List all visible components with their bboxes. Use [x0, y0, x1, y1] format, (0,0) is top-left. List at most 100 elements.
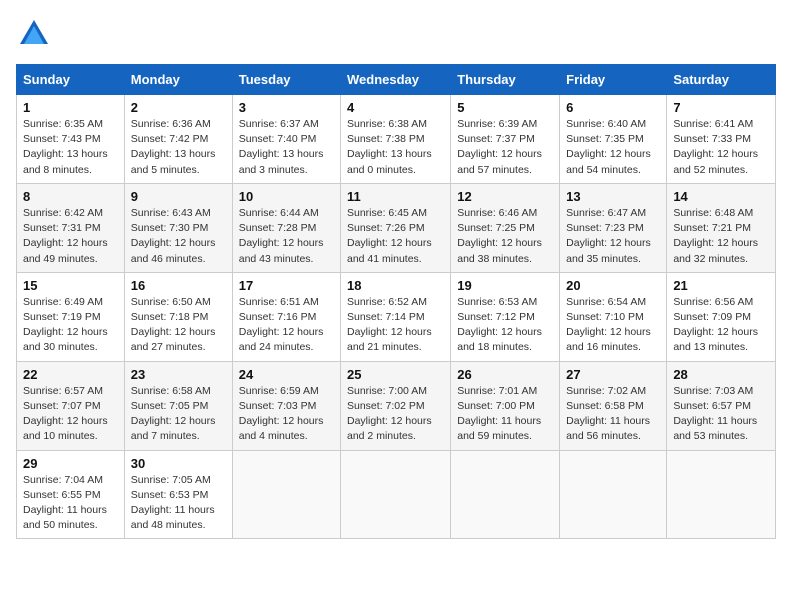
calendar-cell: 27 Sunrise: 7:02 AM Sunset: 6:58 PM Dayl… [560, 361, 667, 450]
calendar-cell: 3 Sunrise: 6:37 AM Sunset: 7:40 PM Dayli… [232, 95, 340, 184]
day-number: 30 [131, 456, 226, 471]
day-info: Sunrise: 6:40 AM Sunset: 7:35 PM Dayligh… [566, 117, 660, 178]
calendar-cell: 8 Sunrise: 6:42 AM Sunset: 7:31 PM Dayli… [17, 183, 125, 272]
day-info: Sunrise: 6:53 AM Sunset: 7:12 PM Dayligh… [457, 295, 553, 356]
day-number: 15 [23, 278, 118, 293]
weekday-header-sunday: Sunday [17, 65, 125, 95]
day-info: Sunrise: 6:36 AM Sunset: 7:42 PM Dayligh… [131, 117, 226, 178]
calendar-cell: 5 Sunrise: 6:39 AM Sunset: 7:37 PM Dayli… [451, 95, 560, 184]
day-info: Sunrise: 6:42 AM Sunset: 7:31 PM Dayligh… [23, 206, 118, 267]
page-header [16, 16, 776, 52]
day-number: 8 [23, 189, 118, 204]
day-number: 17 [239, 278, 334, 293]
day-info: Sunrise: 6:58 AM Sunset: 7:05 PM Dayligh… [131, 384, 226, 445]
calendar-cell [667, 450, 776, 539]
day-info: Sunrise: 7:01 AM Sunset: 7:00 PM Dayligh… [457, 384, 553, 445]
weekday-header-tuesday: Tuesday [232, 65, 340, 95]
calendar-cell: 18 Sunrise: 6:52 AM Sunset: 7:14 PM Dayl… [341, 272, 451, 361]
weekday-header-friday: Friday [560, 65, 667, 95]
day-number: 20 [566, 278, 660, 293]
day-info: Sunrise: 6:43 AM Sunset: 7:30 PM Dayligh… [131, 206, 226, 267]
calendar-cell: 11 Sunrise: 6:45 AM Sunset: 7:26 PM Dayl… [341, 183, 451, 272]
weekday-header-monday: Monday [124, 65, 232, 95]
calendar-cell: 22 Sunrise: 6:57 AM Sunset: 7:07 PM Dayl… [17, 361, 125, 450]
calendar-cell: 24 Sunrise: 6:59 AM Sunset: 7:03 PM Dayl… [232, 361, 340, 450]
day-number: 10 [239, 189, 334, 204]
day-number: 2 [131, 100, 226, 115]
calendar-cell: 29 Sunrise: 7:04 AM Sunset: 6:55 PM Dayl… [17, 450, 125, 539]
day-number: 25 [347, 367, 444, 382]
calendar-cell: 14 Sunrise: 6:48 AM Sunset: 7:21 PM Dayl… [667, 183, 776, 272]
day-number: 1 [23, 100, 118, 115]
day-info: Sunrise: 6:52 AM Sunset: 7:14 PM Dayligh… [347, 295, 444, 356]
day-info: Sunrise: 6:50 AM Sunset: 7:18 PM Dayligh… [131, 295, 226, 356]
calendar-week-row: 1 Sunrise: 6:35 AM Sunset: 7:43 PM Dayli… [17, 95, 776, 184]
day-number: 19 [457, 278, 553, 293]
calendar-week-row: 29 Sunrise: 7:04 AM Sunset: 6:55 PM Dayl… [17, 450, 776, 539]
calendar-cell: 9 Sunrise: 6:43 AM Sunset: 7:30 PM Dayli… [124, 183, 232, 272]
day-info: Sunrise: 6:45 AM Sunset: 7:26 PM Dayligh… [347, 206, 444, 267]
calendar-cell [232, 450, 340, 539]
calendar-cell [451, 450, 560, 539]
day-number: 6 [566, 100, 660, 115]
day-number: 26 [457, 367, 553, 382]
day-number: 11 [347, 189, 444, 204]
day-number: 27 [566, 367, 660, 382]
calendar-cell: 4 Sunrise: 6:38 AM Sunset: 7:38 PM Dayli… [341, 95, 451, 184]
calendar-cell: 28 Sunrise: 7:03 AM Sunset: 6:57 PM Dayl… [667, 361, 776, 450]
logo [16, 16, 58, 52]
calendar-cell: 1 Sunrise: 6:35 AM Sunset: 7:43 PM Dayli… [17, 95, 125, 184]
day-info: Sunrise: 6:57 AM Sunset: 7:07 PM Dayligh… [23, 384, 118, 445]
day-info: Sunrise: 6:48 AM Sunset: 7:21 PM Dayligh… [673, 206, 769, 267]
day-number: 21 [673, 278, 769, 293]
day-info: Sunrise: 7:05 AM Sunset: 6:53 PM Dayligh… [131, 473, 226, 534]
calendar-cell: 23 Sunrise: 6:58 AM Sunset: 7:05 PM Dayl… [124, 361, 232, 450]
calendar-week-row: 15 Sunrise: 6:49 AM Sunset: 7:19 PM Dayl… [17, 272, 776, 361]
day-number: 22 [23, 367, 118, 382]
day-info: Sunrise: 6:39 AM Sunset: 7:37 PM Dayligh… [457, 117, 553, 178]
calendar-week-row: 22 Sunrise: 6:57 AM Sunset: 7:07 PM Dayl… [17, 361, 776, 450]
day-number: 5 [457, 100, 553, 115]
weekday-header-wednesday: Wednesday [341, 65, 451, 95]
day-info: Sunrise: 6:56 AM Sunset: 7:09 PM Dayligh… [673, 295, 769, 356]
calendar-cell: 17 Sunrise: 6:51 AM Sunset: 7:16 PM Dayl… [232, 272, 340, 361]
calendar-cell: 20 Sunrise: 6:54 AM Sunset: 7:10 PM Dayl… [560, 272, 667, 361]
day-number: 7 [673, 100, 769, 115]
calendar-cell: 13 Sunrise: 6:47 AM Sunset: 7:23 PM Dayl… [560, 183, 667, 272]
day-number: 4 [347, 100, 444, 115]
day-number: 18 [347, 278, 444, 293]
day-info: Sunrise: 6:54 AM Sunset: 7:10 PM Dayligh… [566, 295, 660, 356]
calendar-cell [560, 450, 667, 539]
weekday-header-saturday: Saturday [667, 65, 776, 95]
day-info: Sunrise: 7:03 AM Sunset: 6:57 PM Dayligh… [673, 384, 769, 445]
day-info: Sunrise: 6:38 AM Sunset: 7:38 PM Dayligh… [347, 117, 444, 178]
day-info: Sunrise: 6:46 AM Sunset: 7:25 PM Dayligh… [457, 206, 553, 267]
day-info: Sunrise: 7:02 AM Sunset: 6:58 PM Dayligh… [566, 384, 660, 445]
calendar-cell: 30 Sunrise: 7:05 AM Sunset: 6:53 PM Dayl… [124, 450, 232, 539]
calendar-cell: 26 Sunrise: 7:01 AM Sunset: 7:00 PM Dayl… [451, 361, 560, 450]
day-number: 16 [131, 278, 226, 293]
day-info: Sunrise: 7:00 AM Sunset: 7:02 PM Dayligh… [347, 384, 444, 445]
logo-icon [16, 16, 52, 52]
day-number: 13 [566, 189, 660, 204]
day-number: 29 [23, 456, 118, 471]
calendar-cell: 19 Sunrise: 6:53 AM Sunset: 7:12 PM Dayl… [451, 272, 560, 361]
day-info: Sunrise: 6:47 AM Sunset: 7:23 PM Dayligh… [566, 206, 660, 267]
day-number: 3 [239, 100, 334, 115]
day-info: Sunrise: 6:49 AM Sunset: 7:19 PM Dayligh… [23, 295, 118, 356]
calendar-table: SundayMondayTuesdayWednesdayThursdayFrid… [16, 64, 776, 539]
calendar-cell: 16 Sunrise: 6:50 AM Sunset: 7:18 PM Dayl… [124, 272, 232, 361]
day-info: Sunrise: 6:59 AM Sunset: 7:03 PM Dayligh… [239, 384, 334, 445]
day-number: 24 [239, 367, 334, 382]
day-info: Sunrise: 6:51 AM Sunset: 7:16 PM Dayligh… [239, 295, 334, 356]
weekday-header-thursday: Thursday [451, 65, 560, 95]
day-info: Sunrise: 6:35 AM Sunset: 7:43 PM Dayligh… [23, 117, 118, 178]
day-number: 9 [131, 189, 226, 204]
calendar-cell: 6 Sunrise: 6:40 AM Sunset: 7:35 PM Dayli… [560, 95, 667, 184]
calendar-week-row: 8 Sunrise: 6:42 AM Sunset: 7:31 PM Dayli… [17, 183, 776, 272]
weekday-header-row: SundayMondayTuesdayWednesdayThursdayFrid… [17, 65, 776, 95]
calendar-cell [341, 450, 451, 539]
day-info: Sunrise: 6:44 AM Sunset: 7:28 PM Dayligh… [239, 206, 334, 267]
day-number: 12 [457, 189, 553, 204]
day-info: Sunrise: 6:41 AM Sunset: 7:33 PM Dayligh… [673, 117, 769, 178]
